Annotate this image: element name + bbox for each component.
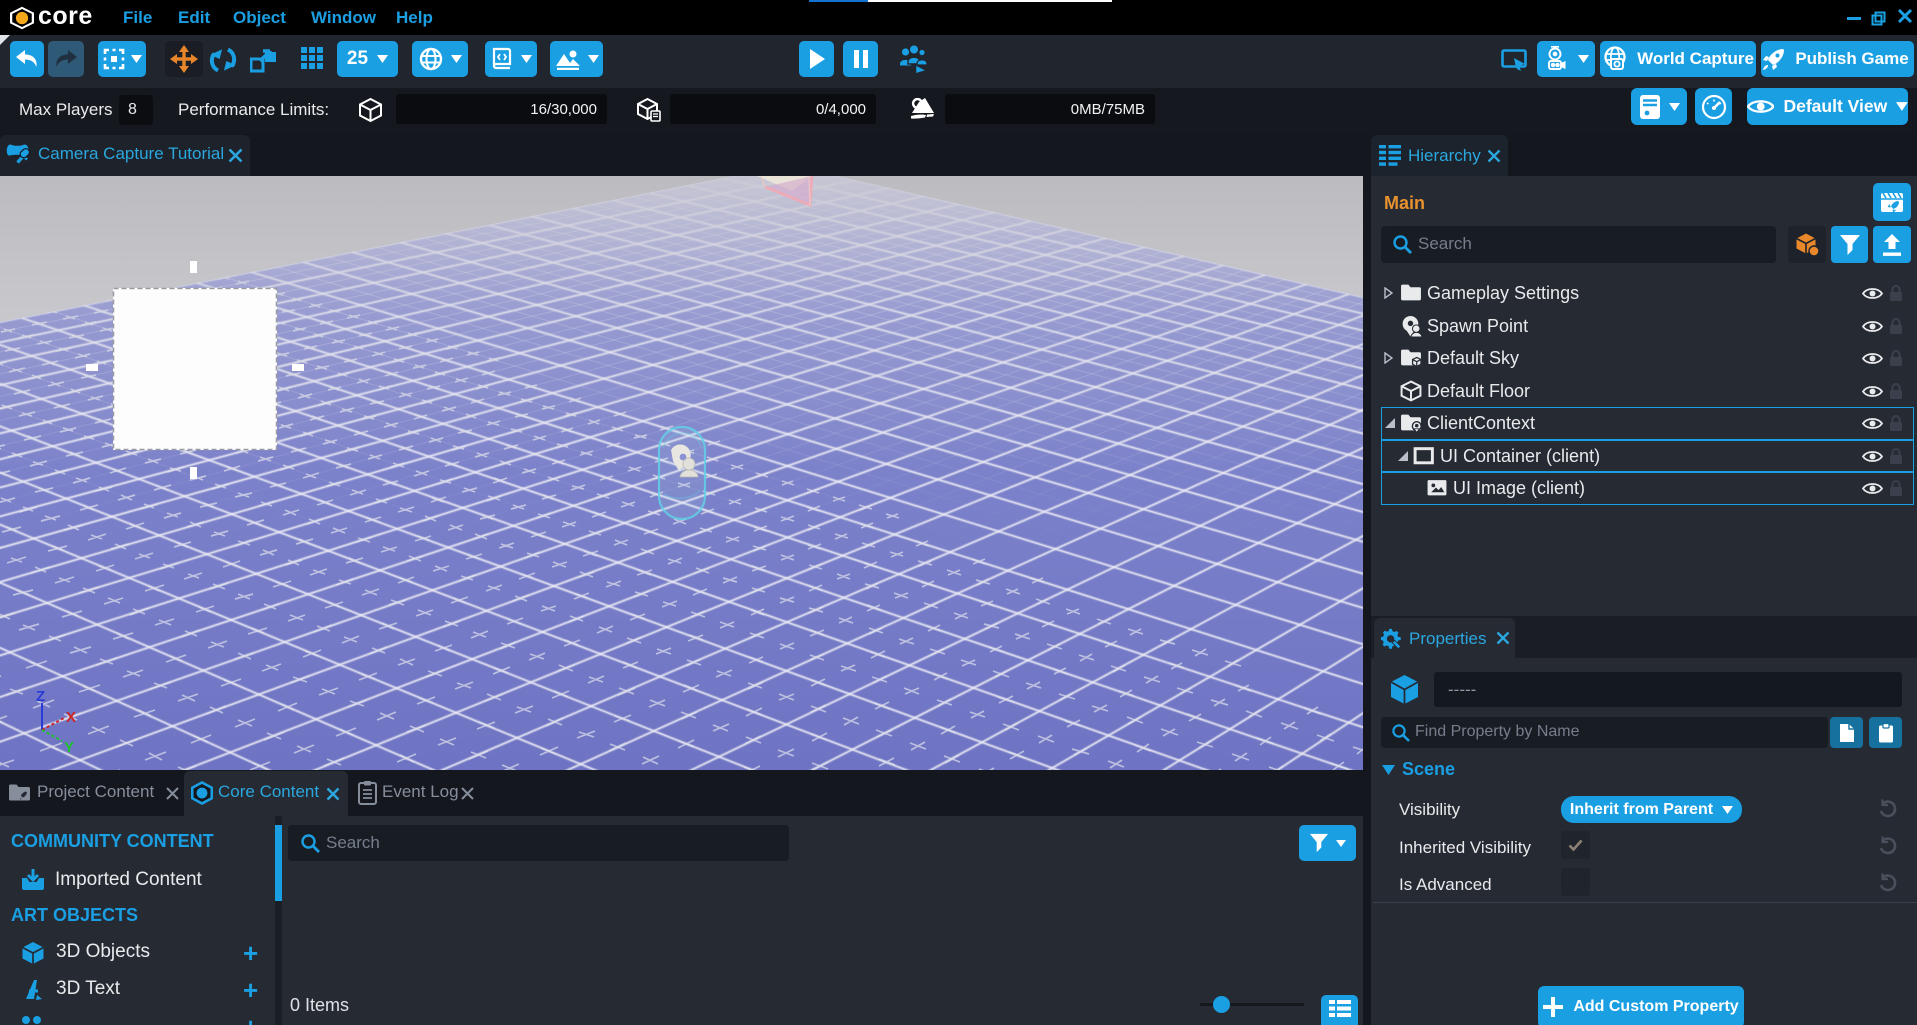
svg-text:Y: Y <box>64 739 74 756</box>
svg-text:X: X <box>66 709 76 726</box>
svg-text:Z: Z <box>36 688 45 705</box>
